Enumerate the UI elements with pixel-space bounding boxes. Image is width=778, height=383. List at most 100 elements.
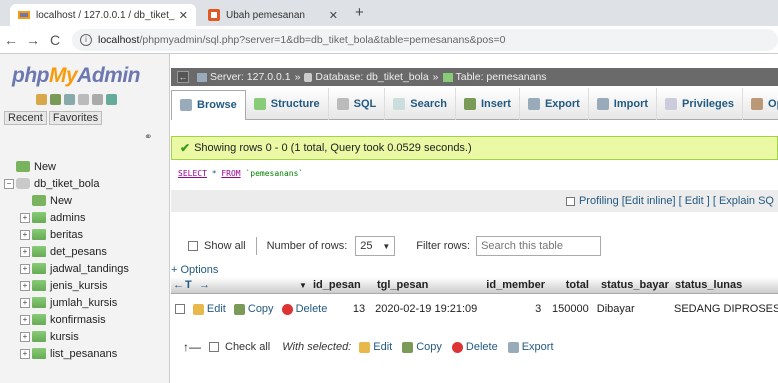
link-icon[interactable]: ⚭ [144, 132, 152, 143]
tree-item-label: kursis [50, 330, 79, 343]
check-all-label[interactable]: Check all [225, 341, 270, 353]
number-of-rows-value: 25 [360, 240, 373, 252]
insert-icon [463, 97, 476, 110]
home-icon[interactable] [36, 94, 47, 105]
profiling-links[interactable]: Profiling [Edit inline] [ Edit ] [ Expla… [579, 195, 774, 207]
edit-row-button[interactable]: Edit [192, 303, 226, 315]
expand-icon[interactable]: + [20, 263, 30, 274]
number-of-rows-select[interactable]: 25 ▼ [355, 236, 396, 256]
database-icon [304, 72, 313, 82]
copy-label: Copy [247, 303, 274, 315]
tree-table-item[interactable]: + beritas [4, 226, 129, 243]
settings-icon[interactable] [92, 94, 103, 105]
url-host: localhost [98, 33, 140, 46]
tab-privileges[interactable]: Privileges [657, 87, 744, 120]
url-input[interactable]: i localhost/phpmyadmin/sql.php?server=1&… [72, 28, 778, 51]
tab-operations[interactable]: Oper [743, 88, 778, 120]
browser-tab-phpmyadmin[interactable]: localhost / 127.0.0.1 / db_tiket_b ✕ [10, 4, 196, 26]
left-arrow-icon[interactable]: ← [171, 279, 185, 291]
row-checkbox[interactable] [175, 304, 185, 314]
bulk-delete-label: Delete [465, 341, 498, 353]
expand-icon[interactable]: + [20, 212, 30, 223]
sql-docs-icon[interactable] [78, 94, 89, 105]
delete-label: Delete [295, 303, 328, 315]
forward-icon[interactable]: → [22, 32, 44, 48]
tree-item-label: jadwal_tandings [50, 262, 129, 275]
expand-icon[interactable]: − [4, 178, 14, 189]
breadcrumb-table[interactable]: Table: pemesanans [456, 71, 547, 83]
favorites-button[interactable]: Favorites [48, 111, 103, 125]
expand-icon[interactable]: + [20, 229, 30, 240]
breadcrumb-database[interactable]: Database: db_tiket_bola [315, 71, 428, 83]
close-tab-icon[interactable]: ✕ [329, 9, 338, 22]
sql-query: SELECT * FROM `pemesanans` [178, 169, 303, 178]
sql-select: SELECT [178, 169, 207, 178]
logout-icon[interactable] [50, 94, 61, 105]
column-header[interactable]: total [545, 279, 589, 291]
bulk-copy-button[interactable]: Copy [402, 341, 442, 353]
expand-icon[interactable]: + [20, 246, 30, 257]
tree-table-item[interactable]: + kursis [4, 328, 129, 345]
expand-icon[interactable]: + [20, 331, 30, 342]
tab-export[interactable]: Export [520, 87, 589, 120]
main-tabs: Browse Structure SQL Search Insert Expor… [171, 87, 778, 120]
bulk-export-label: Export [521, 341, 554, 353]
reload-nav-icon[interactable] [106, 94, 117, 105]
tree-table-item[interactable]: + admins [4, 209, 129, 226]
tree-table-item[interactable]: + det_pesans [4, 243, 129, 260]
expand-icon[interactable]: + [20, 297, 30, 308]
filter-rows-input[interactable] [476, 236, 602, 256]
cell-status-bayar: Dibayar [596, 303, 635, 315]
phpmyadmin-logo[interactable]: phpMyAdmin [12, 64, 140, 88]
column-header[interactable]: tgl_pesan [371, 279, 473, 291]
new-tab-button[interactable]: + [355, 4, 364, 21]
bulk-delete-button[interactable]: Delete [451, 341, 498, 353]
expand-icon[interactable]: + [20, 280, 30, 291]
tree-table-item[interactable]: + list_pesanans [4, 345, 129, 362]
collapse-arrow-icon[interactable]: ← [177, 71, 189, 83]
tree-table-item[interactable]: + konfirmasis [4, 311, 129, 328]
tab-insert[interactable]: Insert [456, 87, 520, 120]
reload-icon[interactable]: C [44, 32, 66, 48]
options-link[interactable]: + Options [171, 264, 218, 276]
tree-item-label: jenis_kursis [50, 279, 108, 292]
browser-tab-ubah[interactable]: Ubah pemesanan ✕ [200, 4, 346, 26]
bulk-edit-button[interactable]: Edit [359, 341, 392, 353]
browser-tab-title: Ubah pemesanan [226, 9, 305, 21]
tree-table-item[interactable]: + jenis_kursis [4, 277, 129, 294]
tree-new-item[interactable]: New [4, 158, 129, 175]
column-header[interactable]: id_member [473, 279, 545, 291]
tree-table-item[interactable]: + jadwal_tandings [4, 260, 129, 277]
delete-row-button[interactable]: Delete [281, 303, 328, 315]
show-all-checkbox[interactable] [188, 241, 198, 251]
check-all-checkbox[interactable] [209, 342, 219, 352]
tab-browse[interactable]: Browse [171, 89, 246, 120]
profiling-checkbox[interactable] [565, 196, 575, 206]
app-favicon-icon [208, 9, 220, 21]
column-header[interactable]: status_bayar [589, 279, 669, 291]
column-header[interactable]: id_pesan [313, 279, 371, 291]
import-icon [596, 97, 609, 110]
browser-tab-bar: localhost / 127.0.0.1 / db_tiket_b ✕ Uba… [0, 0, 778, 26]
recent-button[interactable]: Recent [4, 111, 47, 125]
tab-sql[interactable]: SQL [329, 87, 386, 120]
site-info-icon[interactable]: i [80, 33, 92, 46]
tab-structure[interactable]: Structure [246, 87, 329, 120]
back-icon[interactable]: ← [0, 32, 22, 48]
tab-label: Insert [480, 97, 511, 110]
column-filter-icon[interactable]: ▼ [299, 281, 313, 290]
copy-row-button[interactable]: Copy [233, 303, 274, 315]
tree-database-item[interactable]: − db_tiket_bola [4, 175, 129, 192]
right-arrow-icon[interactable]: → [199, 279, 299, 291]
tab-search[interactable]: Search [385, 87, 456, 120]
tree-table-item[interactable]: + jumlah_kursis [4, 294, 129, 311]
bulk-export-button[interactable]: Export [507, 341, 554, 353]
close-tab-icon[interactable]: ✕ [179, 9, 188, 22]
docs-icon[interactable] [64, 94, 75, 105]
breadcrumb-server[interactable]: Server: 127.0.0.1 [210, 71, 291, 83]
expand-icon[interactable]: + [20, 348, 30, 359]
column-header[interactable]: status_lunas [667, 279, 767, 291]
tab-import[interactable]: Import [589, 87, 658, 120]
expand-icon[interactable]: + [20, 314, 30, 325]
tree-new-item[interactable]: New [4, 192, 129, 209]
